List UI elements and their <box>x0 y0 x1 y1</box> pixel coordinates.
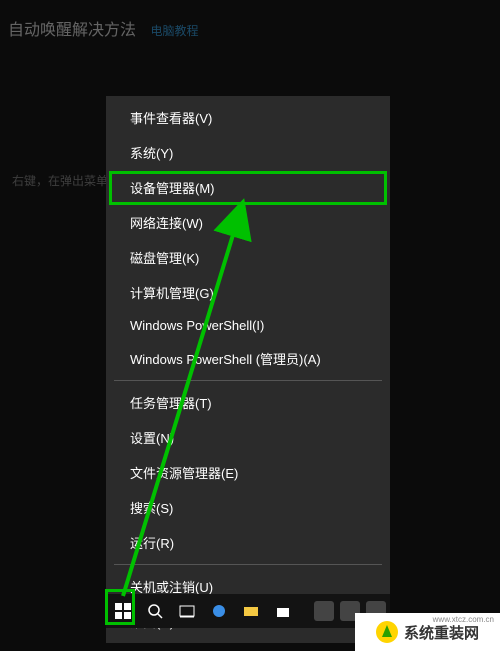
start-button[interactable] <box>108 596 138 626</box>
taskbar <box>106 594 390 628</box>
watermark-text: 系统重装网 <box>404 622 479 643</box>
menu-powershell-admin[interactable]: Windows PowerShell (管理员)(A) <box>106 341 390 376</box>
winx-context-menu: 事件查看器(V) 系统(Y) 设备管理器(M) 网络连接(W) 磁盘管理(K) … <box>106 96 390 643</box>
menu-device-manager[interactable]: 设备管理器(M) <box>106 170 390 205</box>
menu-separator <box>114 380 382 381</box>
menu-search[interactable]: 搜索(S) <box>106 490 390 525</box>
menu-computer-mgmt[interactable]: 计算机管理(G) <box>106 275 390 310</box>
edge-icon[interactable] <box>204 596 234 626</box>
menu-event-viewer[interactable]: 事件查看器(V) <box>106 100 390 135</box>
menu-powershell[interactable]: Windows PowerShell(I) <box>106 310 390 341</box>
explorer-icon[interactable] <box>236 596 266 626</box>
menu-run[interactable]: 运行(R) <box>106 525 390 560</box>
menu-settings[interactable]: 设置(N) <box>106 420 390 455</box>
menu-disk-mgmt[interactable]: 磁盘管理(K) <box>106 240 390 275</box>
tray-icon[interactable] <box>314 601 334 621</box>
watermark: 系统重装网 www.xtcz.com.cn <box>355 613 500 651</box>
menu-explorer[interactable]: 文件资源管理器(E) <box>106 455 390 490</box>
task-view-icon[interactable] <box>172 596 202 626</box>
watermark-logo-icon <box>376 621 398 643</box>
menu-system[interactable]: 系统(Y) <box>106 135 390 170</box>
menu-separator <box>114 564 382 565</box>
menu-task-manager[interactable]: 任务管理器(T) <box>106 385 390 420</box>
menu-network[interactable]: 网络连接(W) <box>106 205 390 240</box>
search-icon[interactable] <box>140 596 170 626</box>
store-icon[interactable] <box>268 596 298 626</box>
watermark-url: www.xtcz.com.cn <box>433 615 494 624</box>
windows-icon <box>115 603 131 619</box>
